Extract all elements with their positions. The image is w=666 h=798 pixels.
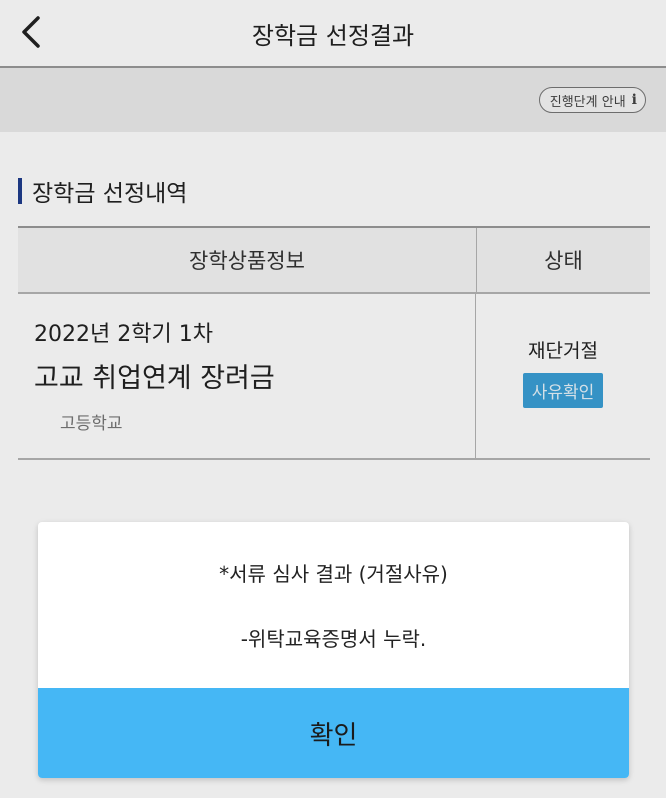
dialog-message-reason: -위탁교육증명서 누락. [240,627,427,651]
dialog-message-heading: *서류 심사 결과 (거절사유) [219,562,448,586]
confirm-button[interactable]: 확인 [38,688,629,778]
rejection-reason-dialog: *서류 심사 결과 (거절사유) -위탁교육증명서 누락. 확인 [38,522,629,778]
